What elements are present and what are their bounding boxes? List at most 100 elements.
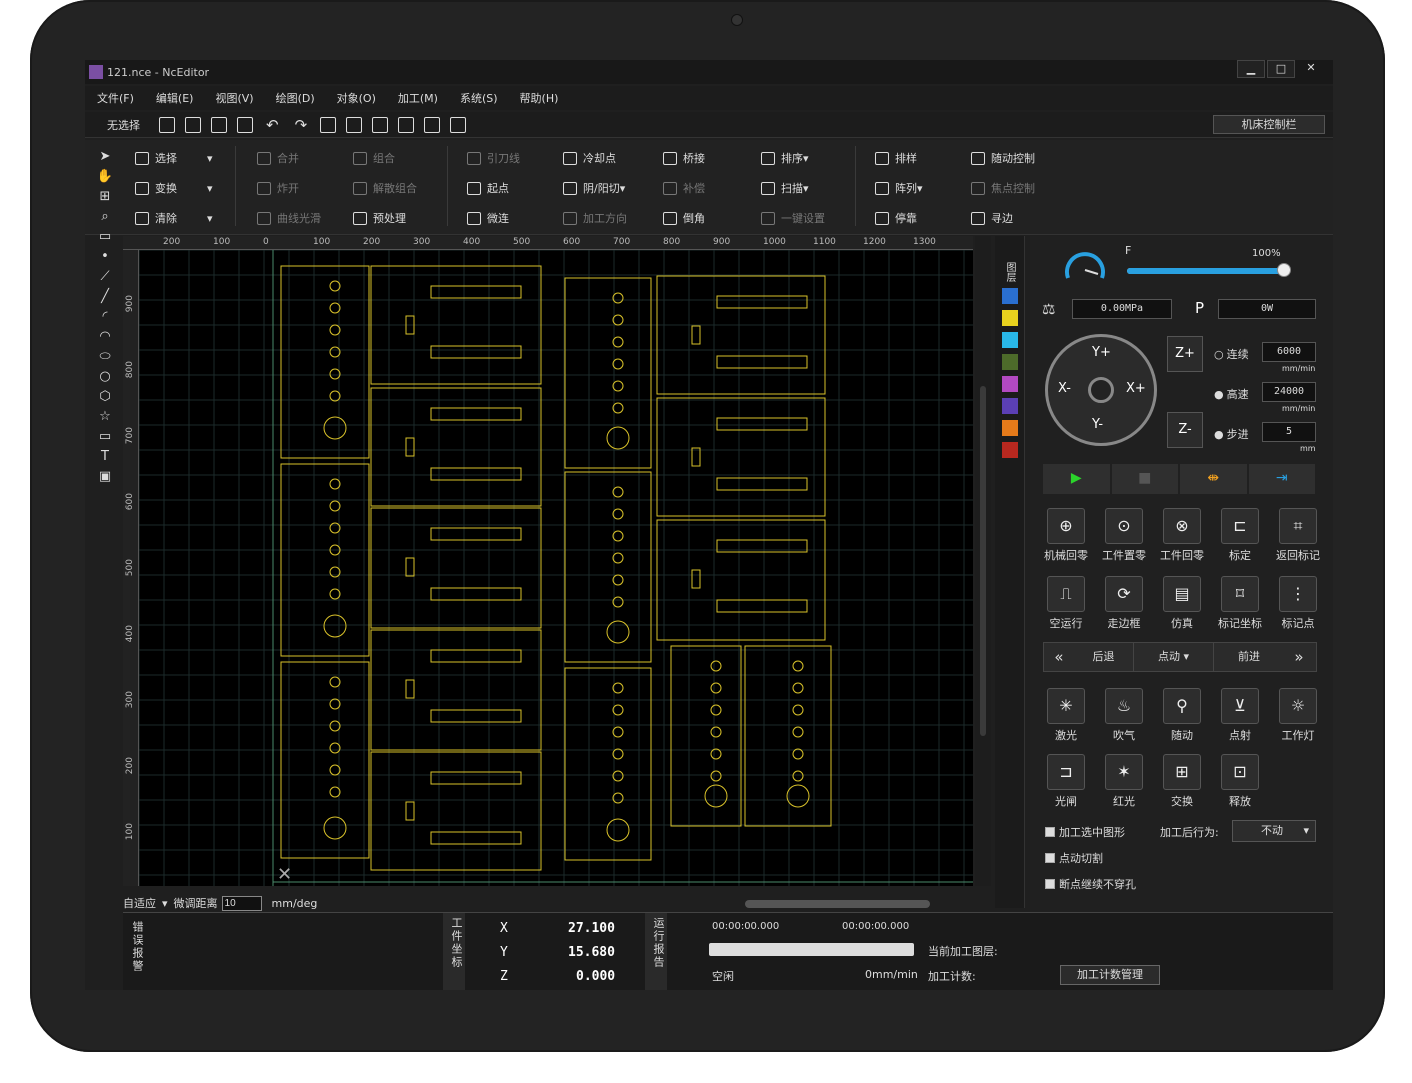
- feed-slider[interactable]: [1127, 263, 1291, 277]
- back-button[interactable]: 后退: [1074, 643, 1134, 671]
- image-icon[interactable]: ▣: [95, 468, 115, 485]
- ellipse-icon[interactable]: ⬭: [95, 348, 115, 365]
- mode-continuous[interactable]: ○ 连续: [1214, 346, 1249, 362]
- new-file-icon[interactable]: [159, 116, 175, 133]
- group-tool[interactable]: 组合: [353, 150, 395, 166]
- start-point-tool[interactable]: 起点: [467, 180, 509, 196]
- close-button[interactable]: ✕: [1297, 60, 1325, 78]
- mode-highspeed[interactable]: ● 高速: [1214, 386, 1249, 402]
- cooling-point-tool[interactable]: 冷却点: [563, 150, 616, 166]
- explode-tool[interactable]: 炸开: [257, 180, 299, 196]
- tool-mark-coord[interactable]: ⌑ 标记坐标: [1212, 576, 1268, 631]
- transform-tool[interactable]: 变换 ▾: [135, 180, 213, 196]
- node-edit-icon[interactable]: [320, 116, 337, 133]
- start-icon[interactable]: ▶: [1043, 464, 1110, 494]
- jog-mode-select[interactable]: 点动 ▾: [1134, 643, 1214, 671]
- rectangle-icon[interactable]: ▭: [95, 428, 115, 445]
- vertical-scrollbar[interactable]: [975, 236, 991, 886]
- layer-color-swatch[interactable]: [1001, 310, 1018, 326]
- menu-view[interactable]: 视图(V): [215, 90, 253, 106]
- merge-tool[interactable]: 合并: [257, 150, 299, 166]
- menu-help[interactable]: 帮助(H): [520, 90, 559, 106]
- parts-drawing[interactable]: ✕: [139, 250, 973, 886]
- mode-step[interactable]: ● 步进: [1214, 426, 1249, 442]
- jog-z-plus[interactable]: Z+: [1167, 336, 1203, 372]
- jog-cut-checkbox[interactable]: 点动切割: [1045, 850, 1103, 866]
- process-selected-checkbox[interactable]: 加工选中图形: [1045, 824, 1125, 840]
- machine-panel-button[interactable]: 机床控制栏: [1213, 115, 1325, 134]
- undo-icon[interactable]: ↶: [266, 116, 279, 134]
- horizontal-scroll-thumb[interactable]: [745, 900, 930, 908]
- follow-control-tool[interactable]: 随动控制: [971, 150, 1035, 166]
- yinyang-cut-tool[interactable]: 阴/阳切 ▾: [563, 180, 625, 196]
- bridge-tool[interactable]: 桥接: [663, 150, 705, 166]
- menu-object[interactable]: 对象(O): [337, 90, 376, 106]
- array-tool[interactable]: 阵列 ▾: [875, 180, 923, 196]
- pause-resume-icon[interactable]: ⇼: [1180, 464, 1247, 494]
- continuous-speed-field[interactable]: 6000: [1262, 342, 1316, 362]
- tool-home[interactable]: ⊕ 机械回零: [1038, 508, 1094, 563]
- highspeed-field[interactable]: 24000: [1262, 382, 1316, 402]
- menu-edit[interactable]: 编辑(E): [156, 90, 194, 106]
- jog-z-minus[interactable]: Z-: [1167, 412, 1203, 448]
- head-tool-icon[interactable]: [424, 116, 441, 133]
- fit-button[interactable]: 自适应: [123, 895, 156, 911]
- bridge-tool-icon[interactable]: [450, 116, 467, 133]
- tool-release[interactable]: ⊡ 释放: [1212, 754, 1268, 809]
- draw-line-icon[interactable]: [398, 116, 415, 133]
- ruler-icon[interactable]: ▭: [95, 228, 115, 245]
- tool-exchange[interactable]: ⊞ 交换: [1154, 754, 1210, 809]
- chamfer-tool[interactable]: 倒角: [663, 210, 705, 226]
- jog-x-plus[interactable]: X+: [1126, 381, 1146, 396]
- tool-shutter[interactable]: ⊐ 光闸: [1038, 754, 1094, 809]
- layer-color-swatch[interactable]: [1001, 398, 1018, 414]
- save-icon[interactable]: [237, 116, 253, 133]
- lead-line-tool[interactable]: 引刀线: [467, 150, 520, 166]
- stop-icon[interactable]: ■: [1111, 464, 1178, 494]
- find-edge-tool[interactable]: 寻边: [971, 210, 1013, 226]
- tool-laser[interactable]: ✳ 激光: [1038, 688, 1094, 743]
- micro-distance-input[interactable]: [221, 895, 262, 911]
- layer-color-swatch[interactable]: [1001, 420, 1018, 436]
- tool-lamp[interactable]: ☼ 工作灯: [1270, 688, 1326, 743]
- step-field[interactable]: 5: [1262, 422, 1316, 442]
- menu-machining[interactable]: 加工(M): [398, 90, 438, 106]
- frame-select-icon[interactable]: [346, 116, 363, 133]
- jog-y-plus[interactable]: Y+: [1092, 345, 1111, 360]
- tool-mark-point[interactable]: ⋮ 标记点: [1270, 576, 1326, 631]
- arc2-icon[interactable]: ◠: [95, 328, 115, 345]
- circle-icon[interactable]: ○: [95, 368, 115, 385]
- menu-file[interactable]: 文件(F): [97, 90, 134, 106]
- compensate-tool[interactable]: 补偿: [663, 180, 705, 196]
- preprocess-tool[interactable]: 预处理: [353, 210, 406, 226]
- layer-color-swatch[interactable]: [1001, 376, 1018, 392]
- chevron-down-icon[interactable]: ▾: [162, 897, 168, 910]
- text-icon[interactable]: T: [95, 448, 115, 465]
- redo-icon[interactable]: ↷: [295, 116, 308, 134]
- import-icon[interactable]: [185, 116, 201, 133]
- maximize-button[interactable]: □: [1267, 60, 1295, 78]
- tool-follow[interactable]: ⚲ 随动: [1154, 688, 1210, 743]
- star-icon[interactable]: ☆: [95, 408, 115, 425]
- tool-calibrate[interactable]: ⊏ 标定: [1212, 508, 1268, 563]
- smooth-tool[interactable]: 曲线光滑: [257, 210, 321, 226]
- ungroup-tool[interactable]: 解散组合: [353, 180, 417, 196]
- layer-color-swatch[interactable]: [1001, 332, 1018, 348]
- line-icon[interactable]: ╱: [95, 288, 115, 305]
- layer-color-swatch[interactable]: [1001, 354, 1018, 370]
- sort-tool[interactable]: 排序 ▾: [761, 150, 809, 166]
- vertical-scroll-thumb[interactable]: [980, 386, 986, 736]
- breakpoint-resume-icon[interactable]: ⇥: [1248, 464, 1315, 494]
- breakpoint-no-pierce-checkbox[interactable]: 断点继续不穿孔: [1045, 876, 1136, 892]
- polyline-icon[interactable]: ⟋: [95, 268, 115, 285]
- direction-tool[interactable]: 加工方向: [563, 210, 627, 226]
- minimize-button[interactable]: ▁: [1237, 60, 1265, 78]
- magnifier-icon[interactable]: ⌕: [95, 208, 115, 225]
- point-icon[interactable]: •: [95, 248, 115, 265]
- jog-center-button[interactable]: [1088, 377, 1114, 403]
- open-folder-icon[interactable]: [211, 116, 227, 133]
- menu-system[interactable]: 系统(S): [460, 90, 498, 106]
- focus-control-tool[interactable]: 焦点控制: [971, 180, 1035, 196]
- tool-frame[interactable]: ⟳ 走边框: [1096, 576, 1152, 631]
- double-right-icon[interactable]: »: [1284, 643, 1314, 671]
